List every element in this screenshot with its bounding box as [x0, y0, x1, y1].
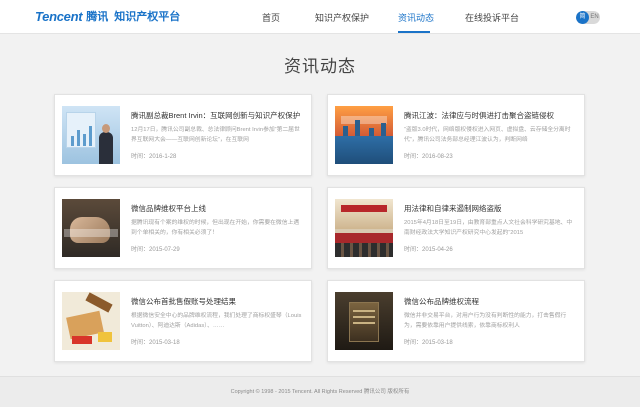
- news-title[interactable]: 用法律和自律来遏制网络盗版: [404, 203, 576, 214]
- news-thumbnail[interactable]: [62, 106, 120, 164]
- news-summary: “盗版3.0时代，网络版权侵权进入网页、虚拟盘、云存储全分离时代”，腾讯公司法务…: [404, 127, 571, 143]
- news-thumbnail[interactable]: [335, 199, 393, 257]
- logo-subtitle: 知识产权平台: [114, 11, 181, 23]
- lang-option-en[interactable]: EN: [589, 11, 600, 24]
- news-summary: 据腾讯现有个案的维权的时候，但出现在开始，你需要在微信上遇到个单相关的，你有相关…: [131, 220, 300, 236]
- news-date: 时间：2016-08-23: [404, 154, 453, 160]
- news-date: 时间：2016-1-28: [131, 154, 177, 160]
- news-title[interactable]: 微信公布首批售假账号处理结果: [131, 296, 303, 307]
- news-thumbnail[interactable]: [335, 106, 393, 164]
- news-card[interactable]: 微信公布品牌维权流程 微信并非交易平台，对用户行为没有判断性的能力，打击售假行为…: [327, 280, 585, 362]
- page-footer: Copyright © 1998 - 2015 Tencent. All Rig…: [0, 376, 640, 407]
- language-toggle[interactable]: 简 EN: [576, 11, 600, 24]
- news-date: 时间：2015-07-29: [131, 247, 180, 253]
- lang-option-zh[interactable]: 简: [576, 11, 589, 24]
- news-card[interactable]: 腾讯副总裁Brent Irvin：互联网创新与知识产权保护 12月17日，腾讯公…: [54, 94, 312, 176]
- news-title[interactable]: 微信品牌维权平台上线: [131, 203, 303, 214]
- top-header: Tencent 腾讯 知识产权平台 首页 知识产权保护 资讯动态 在线投诉平台 …: [0, 0, 640, 34]
- news-date: 时间：2015-03-18: [131, 340, 180, 346]
- news-summary: 2015年4月18日至19日，由教育部重点人文社会科学研究基地、中南财经政法大学…: [404, 220, 573, 236]
- nav-news[interactable]: 资讯动态: [398, 11, 434, 24]
- nav-online-complaint[interactable]: 在线投诉平台: [465, 11, 519, 24]
- news-summary: 12月17日，腾讯公司副总裁、总法律顾问Brent Irvin参加“第二届世界互…: [131, 127, 300, 143]
- nav-ip-protection[interactable]: 知识产权保护: [315, 11, 369, 24]
- news-summary: 根据微信安全中心的品牌维权流程，我们处理了商标权盛琴（Louis Vuitton…: [131, 313, 302, 329]
- news-title[interactable]: 微信公布品牌维权流程: [404, 296, 576, 307]
- news-card[interactable]: 微信品牌维权平台上线 据腾讯现有个案的维权的时候，但出现在开始，你需要在微信上遇…: [54, 187, 312, 269]
- news-title[interactable]: 腾讯江波：法律应与时俱进打击聚合盗链侵权: [404, 110, 576, 121]
- news-card[interactable]: 用法律和自律来遏制网络盗版 2015年4月18日至19日，由教育部重点人文社会科…: [327, 187, 585, 269]
- news-card[interactable]: 腾讯江波：法律应与时俱进打击聚合盗链侵权 “盗版3.0时代，网络版权侵权进入网页…: [327, 94, 585, 176]
- news-title[interactable]: 腾讯副总裁Brent Irvin：互联网创新与知识产权保护: [131, 110, 303, 121]
- news-thumbnail[interactable]: [62, 292, 120, 350]
- news-summary: 微信并非交易平台，对用户行为没有判断性的能力，打击售假行为，需要依靠用户提供线索…: [404, 313, 567, 329]
- tencent-logo[interactable]: Tencent 腾讯 知识产权平台: [35, 8, 180, 24]
- news-date: 时间：2015-04-26: [404, 247, 453, 253]
- news-thumbnail[interactable]: [62, 199, 120, 257]
- news-thumbnail[interactable]: [335, 292, 393, 350]
- nav-home[interactable]: 首页: [262, 11, 280, 24]
- news-card[interactable]: 微信公布首批售假账号处理结果 根据微信安全中心的品牌维权流程，我们处理了商标权盛…: [54, 280, 312, 362]
- news-date: 时间：2015-03-18: [404, 340, 453, 346]
- page-title: 资讯动态: [284, 57, 356, 76]
- nav-active-indicator: [398, 31, 430, 33]
- copyright-text: Copyright © 1998 - 2015 Tencent. All Rig…: [230, 389, 410, 395]
- logo-chinese-mark: 腾讯: [86, 11, 109, 23]
- logo-wordmark: Tencent: [35, 8, 83, 24]
